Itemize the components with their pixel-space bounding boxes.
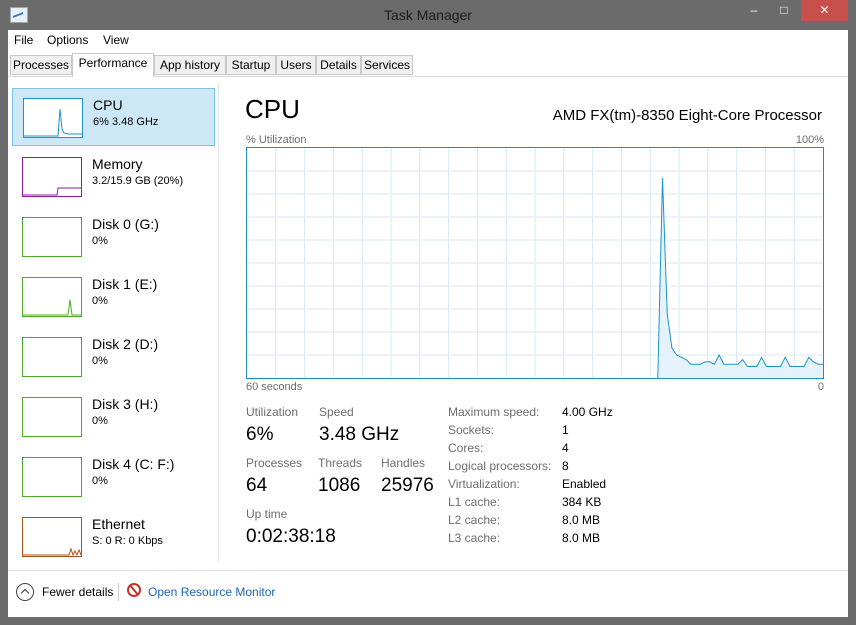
handles-value: 25976	[381, 475, 434, 496]
sidebar-item-memory[interactable]: Memory 3.2/15.9 GB (20%)	[12, 148, 215, 206]
info-value-logical-processors: 8	[562, 459, 569, 473]
resource-monitor-icon[interactable]	[127, 583, 141, 597]
resource-sidebar: CPU 6% 3.48 GHz Memory 3.2/15.9 GB (20%)…	[8, 84, 219, 562]
client-area: File Options View Processes Performance …	[8, 30, 848, 617]
sidebar-item-disk-2[interactable]: Disk 2 (D:) 0%	[12, 328, 215, 386]
sidebar-item-disk-1[interactable]: Disk 1 (E:) 0%	[12, 268, 215, 326]
cpu-usage-area	[657, 177, 823, 378]
footer-separator	[118, 583, 119, 601]
info-label-sockets: Sockets:	[448, 423, 495, 437]
sidebar-item-sub: 3.2/15.9 GB (20%)	[92, 175, 184, 187]
disk-2-thumbnail-graph	[22, 337, 82, 377]
sidebar-item-sub: 6% 3.48 GHz	[93, 116, 159, 128]
title-bar[interactable]: Task Manager – □ ✕	[0, 0, 856, 30]
info-label-l1-cache: L1 cache:	[448, 495, 501, 509]
info-value-max-speed: 4.00 GHz	[562, 405, 613, 419]
info-value-sockets: 1	[562, 423, 569, 437]
tab-strip: Processes Performance App history Startu…	[8, 53, 848, 77]
sidebar-item-sub: S: 0 R: 0 Kbps	[92, 535, 163, 547]
maximize-button[interactable]: □	[769, 0, 799, 21]
utilization-max-label: 100%	[795, 134, 824, 146]
sidebar-item-label: Disk 4 (C: F:)	[92, 456, 175, 472]
sidebar-item-label: Disk 1 (E:)	[92, 276, 158, 292]
cpu-utilization-graph	[246, 147, 824, 379]
utilization-axis-label: % Utilization	[246, 134, 307, 146]
info-label-logical-processors: Logical processors:	[448, 459, 552, 473]
disk-1-thumbnail-graph	[22, 277, 82, 317]
window-title: Task Manager	[384, 7, 472, 23]
tab-startup[interactable]: Startup	[226, 55, 276, 75]
minimize-button[interactable]: –	[739, 0, 769, 21]
close-button[interactable]: ✕	[801, 0, 848, 21]
sidebar-item-label: CPU	[93, 97, 123, 113]
sidebar-item-disk-0[interactable]: Disk 0 (G:) 0%	[12, 208, 215, 266]
sidebar-item-sub: 0%	[92, 235, 108, 247]
fewer-details-link[interactable]: Fewer details	[42, 585, 113, 599]
tab-performance[interactable]: Performance	[72, 53, 154, 77]
sidebar-item-ethernet[interactable]: Ethernet S: 0 R: 0 Kbps	[12, 508, 215, 566]
utilization-label: Utilization	[246, 405, 299, 419]
sidebar-divider	[218, 84, 219, 562]
utilization-value: 6%	[246, 424, 274, 445]
info-label-cores: Cores:	[448, 441, 484, 455]
info-value-cores: 4	[562, 441, 569, 455]
info-value-virtualization: Enabled	[562, 477, 607, 491]
graph-time-left: 60 seconds	[246, 381, 303, 393]
processes-label: Processes	[246, 456, 303, 470]
threads-label: Threads	[318, 456, 363, 470]
page-title: CPU	[245, 94, 300, 124]
info-value-l1-cache: 384 KB	[562, 495, 602, 509]
cpu-thumbnail-graph	[23, 98, 83, 138]
cpu-usage-line	[657, 177, 823, 378]
sidebar-item-label: Memory	[92, 156, 143, 172]
menu-file[interactable]: File	[14, 33, 33, 47]
handles-label: Handles	[381, 456, 426, 470]
graph-time-right: 0	[817, 381, 824, 393]
memory-thumbnail-graph	[22, 157, 82, 197]
task-manager-window: Task Manager – □ ✕ File Options View Pro…	[0, 0, 856, 625]
info-label-max-speed: Maximum speed:	[448, 405, 540, 419]
info-label-l2-cache: L2 cache:	[448, 513, 501, 527]
sidebar-item-sub: 0%	[92, 295, 108, 307]
tab-processes[interactable]: Processes	[10, 55, 72, 75]
sidebar-item-label: Disk 2 (D:)	[92, 336, 159, 352]
sidebar-item-sub: 0%	[92, 475, 108, 487]
info-label-virtualization: Virtualization:	[448, 477, 520, 491]
sidebar-item-label: Disk 0 (G:)	[92, 216, 159, 232]
sidebar-item-sub: 0%	[92, 415, 108, 427]
sidebar-item-label: Ethernet	[92, 516, 145, 532]
speed-label: Speed	[319, 405, 354, 419]
tab-services[interactable]: Services	[361, 55, 413, 75]
sidebar-item-label: Disk 3 (H:)	[92, 396, 159, 412]
chevron-up-icon[interactable]	[16, 583, 34, 601]
footer-divider	[8, 570, 848, 571]
sidebar-item-disk-4[interactable]: Disk 4 (C: F:) 0%	[12, 448, 215, 506]
threads-value: 1086	[318, 475, 361, 496]
processes-value: 64	[246, 475, 268, 496]
sidebar-item-sub: 0%	[92, 355, 108, 367]
open-resource-monitor-link[interactable]: Open Resource Monitor	[148, 585, 275, 599]
ethernet-thumbnail-graph	[22, 517, 82, 557]
menu-options[interactable]: Options	[47, 33, 88, 47]
menu-bar: File Options View	[8, 30, 848, 51]
menu-view[interactable]: View	[103, 33, 129, 47]
speed-value: 3.48 GHz	[319, 424, 400, 445]
info-value-l2-cache: 8.0 MB	[562, 513, 601, 527]
info-value-l3-cache: 8.0 MB	[562, 531, 601, 545]
uptime-value: 0:02:38:18	[246, 526, 336, 547]
sidebar-item-cpu[interactable]: CPU 6% 3.48 GHz	[12, 88, 215, 146]
disk-4-thumbnail-graph	[22, 457, 82, 497]
disk-0-thumbnail-graph	[22, 217, 82, 257]
tab-users[interactable]: Users	[276, 55, 316, 75]
tab-details[interactable]: Details	[316, 55, 361, 75]
processor-name: AMD FX(tm)-8350 Eight-Core Processor	[552, 107, 822, 124]
info-label-l3-cache: L3 cache:	[448, 531, 501, 545]
tab-app-history[interactable]: App history	[154, 55, 226, 75]
sidebar-item-disk-3[interactable]: Disk 3 (H:) 0%	[12, 388, 215, 446]
graph-grid	[247, 148, 823, 378]
uptime-label: Up time	[246, 507, 288, 521]
disk-3-thumbnail-graph	[22, 397, 82, 437]
cpu-graph-svg	[247, 148, 823, 378]
